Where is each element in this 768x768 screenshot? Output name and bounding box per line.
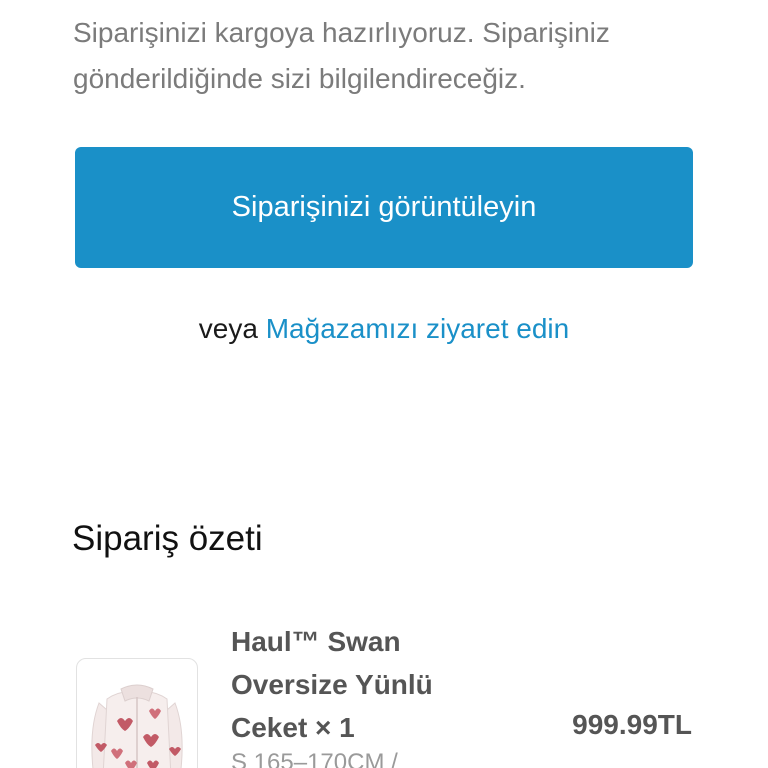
product-thumbnail (76, 658, 198, 768)
order-status-message: Siparişinizi kargoya hazırlıyoruz. Sipar… (73, 17, 610, 94)
store-link-row: veya Mağazamızı ziyaret edin (0, 308, 768, 350)
view-order-button[interactable]: Siparişinizi görüntüleyin (75, 147, 693, 268)
product-quantity: × 1 (315, 712, 355, 743)
order-confirmation-page: Siparişinizi kargoya hazırlıyoruz. Sipar… (0, 0, 768, 768)
or-label: veya (198, 313, 258, 344)
visit-store-link[interactable]: Mağazamızı ziyaret edin (266, 313, 569, 344)
order-summary-title: Sipariş özeti (72, 519, 263, 558)
jacket-image (91, 684, 183, 768)
product-price: 999.99TL (572, 709, 692, 740)
product-name: Haul™ Swan Oversize Yünlü Ceket × 1 (231, 620, 491, 749)
product-variant: S 165–170CM / (231, 749, 398, 768)
